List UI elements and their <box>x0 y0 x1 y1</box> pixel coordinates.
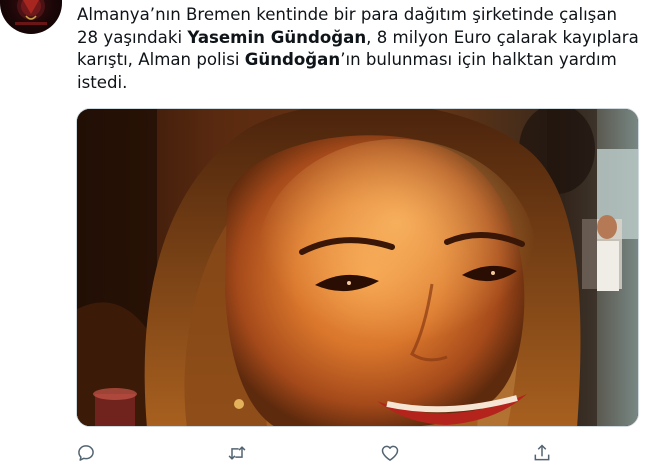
avatar-emblem-icon <box>15 0 47 25</box>
avatar[interactable] <box>0 0 62 34</box>
retweet-button[interactable] <box>220 438 254 468</box>
tweet: Almanya’nın Bremen kentinde bir para dağ… <box>0 0 650 471</box>
share-icon <box>534 444 550 461</box>
share-button[interactable] <box>525 438 559 468</box>
tweet-text: Almanya’nın Bremen kentinde bir para dağ… <box>77 4 642 94</box>
tweet-photo[interactable] <box>76 108 639 427</box>
person-name-mention: Yasemin Gündoğan <box>187 27 367 47</box>
retweet-icon <box>228 446 246 460</box>
portrait-photo <box>77 109 638 426</box>
reply-button[interactable] <box>69 438 103 468</box>
like-button[interactable] <box>373 438 407 468</box>
tweet-actions <box>0 438 650 468</box>
reply-icon <box>78 445 94 461</box>
person-surname-mention: Gündoğan <box>244 50 341 69</box>
heart-icon <box>381 445 399 461</box>
